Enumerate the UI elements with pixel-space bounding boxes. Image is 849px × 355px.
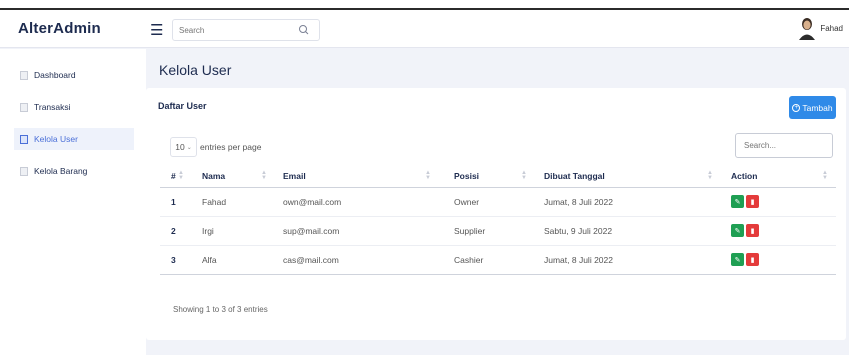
plus-circle-icon: +: [792, 103, 801, 112]
row-actions: ✎ ▮: [721, 216, 836, 246]
table-info: Showing 1 to 3 of 3 entries: [173, 305, 268, 314]
edit-button[interactable]: ✎: [731, 195, 744, 208]
user-name: Fahad: [820, 23, 843, 33]
table-search[interactable]: [735, 133, 833, 158]
delete-button[interactable]: ▮: [746, 224, 759, 237]
row-nama: Alfa: [192, 245, 275, 275]
user-management-icon: [20, 134, 28, 144]
row-posisi: Supplier: [439, 216, 535, 246]
sidebar-item-label: Kelola User: [34, 134, 78, 144]
trash-icon: ▮: [750, 256, 755, 264]
sort-icon: ▲ ▼: [261, 170, 267, 181]
row-number: 1: [160, 187, 192, 217]
add-user-button[interactable]: + Tambah: [789, 96, 836, 119]
page-title: Kelola User: [159, 62, 232, 78]
dashboard-icon: [20, 70, 28, 80]
row-nama: Fahad: [192, 187, 275, 217]
sidebar-item-kelola-barang[interactable]: Kelola Barang: [14, 160, 134, 182]
column-header-number[interactable]: # ▲ ▼: [160, 166, 192, 188]
row-actions: ✎ ▮: [721, 245, 836, 275]
sidebar-item-dashboard[interactable]: Dashboard: [14, 64, 134, 86]
row-posisi: Owner: [439, 187, 535, 217]
edit-button[interactable]: ✎: [731, 224, 744, 237]
row-posisi: Cashier: [439, 245, 535, 275]
column-header-email[interactable]: Email ▲ ▼: [275, 166, 439, 188]
top-strip: [0, 0, 849, 8]
table-row: 2 Irgi sup@mail.com Supplier Sabtu, 9 Ju…: [160, 216, 836, 246]
add-button-label: Tambah: [802, 102, 833, 113]
table-header-row: # ▲ ▼ Nama ▲ ▼ Email ▲ ▼ Posisi ▲ ▼ Dibuat Tangg…: [160, 166, 836, 188]
search-icon[interactable]: [297, 23, 311, 37]
row-email: own@mail.com: [275, 187, 439, 217]
hamburger-icon[interactable]: ☰: [150, 21, 163, 39]
column-header-posisi[interactable]: Posisi ▲ ▼: [439, 166, 535, 188]
chevron-down-icon: ⌄: [186, 144, 192, 151]
delete-button[interactable]: ▮: [746, 195, 759, 208]
column-header-nama[interactable]: Nama ▲ ▼: [192, 166, 275, 188]
user-table: # ▲ ▼ Nama ▲ ▼ Email ▲ ▼ Posisi ▲ ▼ Dibuat Tangg…: [160, 166, 836, 275]
sidebar-item-label: Kelola Barang: [34, 166, 88, 176]
edit-button[interactable]: ✎: [731, 253, 744, 266]
table-row: 3 Alfa cas@mail.com Cashier Jumat, 8 Jul…: [160, 245, 836, 275]
column-header-action[interactable]: Action ▲ ▼: [721, 166, 836, 188]
row-tanggal: Jumat, 8 Juli 2022: [535, 187, 721, 217]
sidebar: Dashboard Transaksi Kelola User Kelola B…: [0, 49, 146, 355]
row-number: 2: [160, 216, 192, 246]
entries-per-page: 10 ⌄ entries per page: [170, 137, 261, 157]
edit-icon: ✎: [734, 198, 741, 206]
sort-icon: ▲ ▼: [425, 170, 431, 181]
edit-icon: ✎: [734, 227, 741, 235]
edit-icon: ✎: [734, 256, 741, 264]
product-management-icon: [20, 166, 28, 176]
sidebar-item-transaksi[interactable]: Transaksi: [14, 96, 134, 118]
trash-icon: ▮: [750, 227, 755, 235]
row-tanggal: Sabtu, 9 Juli 2022: [535, 216, 721, 246]
delete-button[interactable]: ▮: [746, 253, 759, 266]
row-nama: Irgi: [192, 216, 275, 246]
sort-icon: ▲ ▼: [521, 170, 527, 181]
card-title: Daftar User: [158, 101, 207, 111]
column-header-tanggal[interactable]: Dibuat Tanggal ▲ ▼: [535, 166, 721, 188]
table-search-input[interactable]: [736, 134, 826, 157]
top-header: AlterAdmin ☰ Fahad: [0, 8, 849, 48]
row-email: cas@mail.com: [275, 245, 439, 275]
avatar[interactable]: [797, 16, 817, 40]
per-page-select[interactable]: 10 ⌄: [170, 137, 197, 157]
sidebar-item-label: Transaksi: [34, 102, 71, 112]
per-page-label: entries per page: [200, 142, 262, 152]
user-list-card: Daftar User + Tambah 10 ⌄ entries per pa…: [146, 88, 846, 340]
user-menu[interactable]: Fahad: [797, 16, 843, 40]
transaction-icon: [20, 102, 28, 112]
row-tanggal: Jumat, 8 Juli 2022: [535, 245, 721, 275]
row-email: sup@mail.com: [275, 216, 439, 246]
sort-icon: ▲ ▼: [707, 170, 713, 181]
sort-icon: ▲ ▼: [178, 170, 184, 181]
brand-logo[interactable]: AlterAdmin: [18, 20, 101, 37]
header-search-input[interactable]: [173, 20, 293, 41]
per-page-value: 10: [175, 142, 185, 152]
row-number: 3: [160, 245, 192, 275]
trash-icon: ▮: [750, 198, 755, 206]
row-actions: ✎ ▮: [721, 187, 836, 217]
sidebar-item-label: Dashboard: [34, 70, 76, 80]
header-search[interactable]: [172, 19, 320, 41]
sort-icon: ▲ ▼: [822, 170, 828, 181]
sidebar-item-kelola-user[interactable]: Kelola User: [14, 128, 134, 150]
table-row: 1 Fahad own@mail.com Owner Jumat, 8 Juli…: [160, 187, 836, 217]
